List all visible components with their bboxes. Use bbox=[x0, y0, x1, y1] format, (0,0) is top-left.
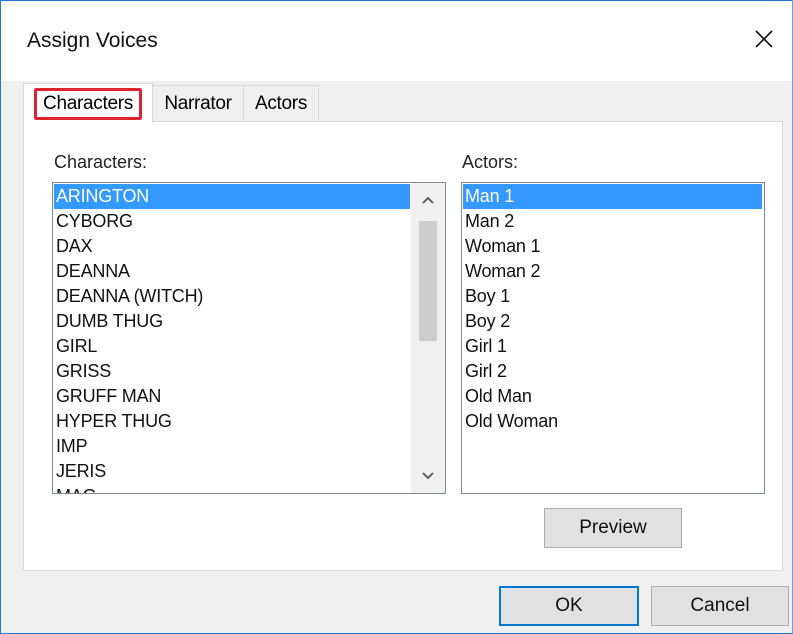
tab-characters[interactable]: Characters bbox=[23, 83, 153, 123]
tab-actors-label: Actors bbox=[254, 92, 308, 114]
scroll-thumb[interactable] bbox=[419, 221, 437, 341]
actor-item-7[interactable]: Girl 2 bbox=[463, 359, 762, 384]
cancel-button-label: Cancel bbox=[690, 595, 750, 616]
actor-item-6[interactable]: Girl 1 bbox=[463, 334, 762, 359]
actors-listbox[interactable]: Man 1 Man 2 Woman 1 Woman 2 Boy 1 Boy 2 … bbox=[461, 182, 765, 494]
characters-tab-panel: Characters: ARINGTON CYBORG DAX DEANNA D… bbox=[23, 121, 783, 571]
actor-item-9[interactable]: Old Woman bbox=[463, 409, 762, 434]
actor-item-2[interactable]: Woman 1 bbox=[463, 234, 762, 259]
character-item-7[interactable]: GRISS bbox=[54, 359, 410, 384]
preview-button[interactable]: Preview bbox=[544, 508, 682, 548]
character-item-1[interactable]: CYBORG bbox=[54, 209, 410, 234]
scroll-down-button[interactable] bbox=[411, 459, 445, 493]
character-item-8[interactable]: GRUFF MAN bbox=[54, 384, 410, 409]
tab-narrator-label: Narrator bbox=[164, 92, 232, 114]
close-button[interactable] bbox=[736, 17, 792, 61]
actor-item-1[interactable]: Man 2 bbox=[463, 209, 762, 234]
scroll-up-button[interactable] bbox=[411, 183, 445, 217]
close-icon bbox=[755, 30, 773, 48]
characters-listbox[interactable]: ARINGTON CYBORG DAX DEANNA DEANNA (WITCH… bbox=[52, 182, 446, 494]
ok-button[interactable]: OK bbox=[499, 586, 639, 626]
actor-item-0[interactable]: Man 1 bbox=[463, 184, 762, 209]
character-item-11[interactable]: JERIS bbox=[54, 459, 410, 484]
character-item-9[interactable]: HYPER THUG bbox=[54, 409, 410, 434]
characters-label: Characters: bbox=[54, 152, 148, 172]
title-bar: Assign Voices bbox=[1, 1, 792, 81]
cancel-button[interactable]: Cancel bbox=[651, 586, 789, 626]
character-item-10[interactable]: IMP bbox=[54, 434, 410, 459]
character-item-12[interactable]: MAG bbox=[54, 484, 410, 493]
character-item-6[interactable]: GIRL bbox=[54, 334, 410, 359]
character-item-4[interactable]: DEANNA (WITCH) bbox=[54, 284, 410, 309]
tab-actors[interactable]: Actors bbox=[243, 85, 319, 121]
character-item-0[interactable]: ARINGTON bbox=[54, 184, 410, 209]
assign-voices-dialog: Assign Voices Characters Narrator Actors… bbox=[0, 0, 793, 634]
window-title: Assign Voices bbox=[27, 29, 158, 52]
actors-label: Actors: bbox=[462, 152, 519, 172]
ok-button-label: OK bbox=[555, 595, 583, 616]
actor-item-3[interactable]: Woman 2 bbox=[463, 259, 762, 284]
character-item-3[interactable]: DEANNA bbox=[54, 259, 410, 284]
chevron-down-icon bbox=[422, 472, 434, 480]
actor-item-4[interactable]: Boy 1 bbox=[463, 284, 762, 309]
actor-item-5[interactable]: Boy 2 bbox=[463, 309, 762, 334]
tab-narrator[interactable]: Narrator bbox=[152, 85, 244, 121]
characters-scrollbar[interactable] bbox=[411, 183, 445, 493]
character-item-2[interactable]: DAX bbox=[54, 234, 410, 259]
preview-button-label: Preview bbox=[579, 517, 647, 538]
chevron-up-icon bbox=[422, 196, 434, 204]
actor-item-8[interactable]: Old Man bbox=[463, 384, 762, 409]
character-item-5[interactable]: DUMB THUG bbox=[54, 309, 410, 334]
tab-characters-label: Characters bbox=[34, 87, 142, 120]
